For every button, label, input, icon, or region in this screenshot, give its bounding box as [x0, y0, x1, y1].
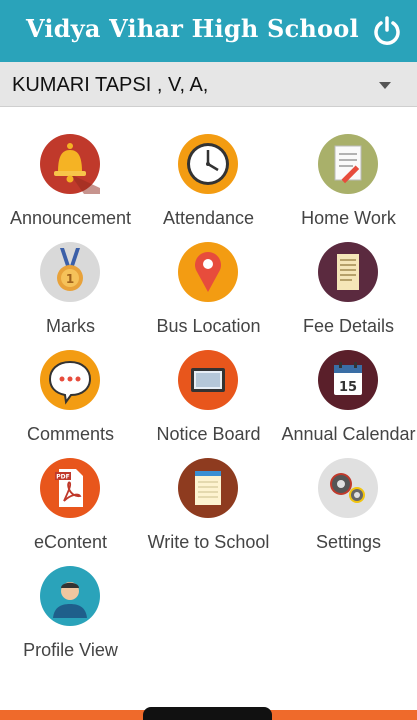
menu-attendance[interactable]: Attendance [138, 106, 279, 228]
app-bar: Vidya Vihar High School [0, 0, 417, 62]
home-indicator[interactable] [143, 707, 272, 720]
menu-fee-details[interactable]: Fee Details [278, 214, 417, 336]
menu-marks[interactable]: 1 Marks [0, 214, 141, 336]
student-selector[interactable]: KUMARI TAPSI , V, A, [0, 62, 417, 107]
board-icon [178, 350, 238, 410]
calendar-icon: 15 [318, 350, 378, 410]
pdf-icon: PDF [40, 458, 100, 518]
menu-label: Profile View [23, 640, 118, 660]
pdf-tag: PDF [56, 474, 69, 481]
power-icon[interactable] [370, 14, 404, 48]
menu-profile-view[interactable]: Profile View [0, 538, 141, 660]
calendar-day: 15 [339, 380, 357, 395]
note-icon [178, 458, 238, 518]
menu-write-to-school[interactable]: Write to School [138, 430, 279, 552]
menu-label: Write to School [147, 532, 270, 552]
speech-bubble-icon [40, 350, 100, 410]
clock-icon [178, 134, 238, 194]
map-pin-icon [178, 242, 238, 302]
menu-bus-location[interactable]: Bus Location [138, 214, 279, 336]
receipt-icon [318, 242, 378, 302]
gears-icon [318, 458, 378, 518]
menu-settings[interactable]: Settings [278, 430, 417, 552]
svg-text:1: 1 [66, 272, 74, 286]
menu-econtent[interactable]: PDF eContent [0, 430, 141, 552]
menu-label: Settings [315, 532, 382, 552]
student-name: KUMARI TAPSI , V, A, [12, 74, 209, 96]
menu-notice-board[interactable]: Notice Board [138, 322, 279, 444]
menu-home-work[interactable]: Home Work [278, 106, 417, 228]
menu-announcement[interactable]: Announcement [0, 106, 141, 228]
profile-icon [40, 566, 100, 626]
bell-icon [40, 134, 100, 194]
menu-comments[interactable]: Comments [0, 322, 141, 444]
chevron-down-icon[interactable] [379, 82, 391, 89]
medal-icon: 1 [40, 242, 100, 302]
notebook-pencil-icon [318, 134, 378, 194]
app-title: Vidya Vihar High School [26, 14, 359, 43]
menu-annual-calendar[interactable]: 15 Annual Calendar [278, 322, 417, 444]
